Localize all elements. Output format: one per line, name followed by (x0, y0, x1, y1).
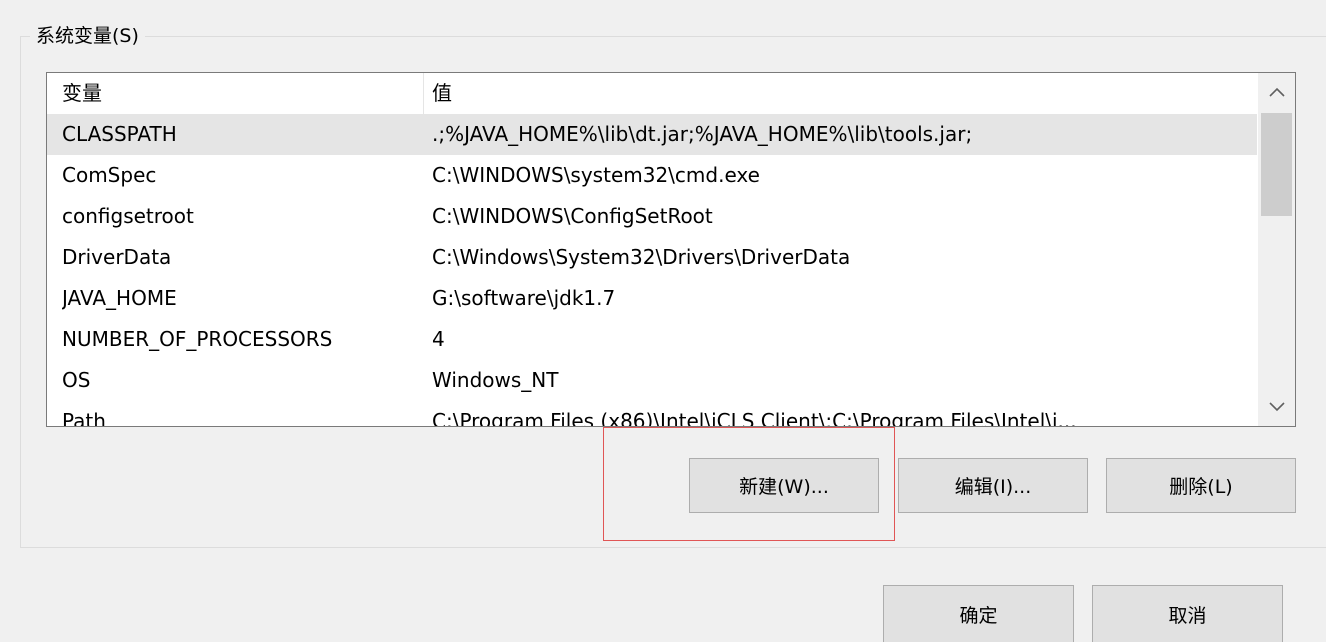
table-row[interactable]: OS Windows_NT (47, 360, 1257, 401)
variable-name-cell: JAVA_HOME (62, 286, 177, 310)
list-header[interactable]: 变量 值 (47, 73, 1257, 114)
variable-value-cell: C:\Windows\System32\Drivers\DriverData (432, 245, 851, 269)
variable-value-cell: .;%JAVA_HOME%\lib\dt.jar;%JAVA_HOME%\lib… (432, 122, 973, 146)
variable-value-cell: 4 (432, 327, 445, 351)
variable-value-cell: C:\WINDOWS\ConfigSetRoot (432, 204, 713, 228)
chevron-up-icon[interactable] (1258, 73, 1295, 111)
variable-value-cell: C:\WINDOWS\system32\cmd.exe (432, 163, 760, 187)
new-variable-button[interactable]: 新建(W)... (689, 458, 879, 513)
table-row[interactable]: JAVA_HOME G:\software\jdk1.7 (47, 278, 1257, 319)
variable-name-cell: OS (62, 368, 91, 392)
ok-button[interactable]: 确定 (883, 585, 1074, 642)
variable-name-cell: configsetroot (62, 204, 194, 228)
column-divider[interactable] (423, 73, 424, 114)
table-row[interactable]: ComSpec C:\WINDOWS\system32\cmd.exe (47, 155, 1257, 196)
table-row[interactable]: configsetroot C:\WINDOWS\ConfigSetRoot (47, 196, 1257, 237)
variable-name-cell: Path (62, 409, 106, 427)
variable-name-cell: ComSpec (62, 163, 157, 187)
column-header-variable[interactable]: 变量 (62, 73, 422, 114)
variable-value-cell: G:\software\jdk1.7 (432, 286, 616, 310)
chevron-down-icon[interactable] (1258, 388, 1295, 426)
table-row[interactable]: NUMBER_OF_PROCESSORS 4 (47, 319, 1257, 360)
variable-value-cell: C:\Program Files (x86)\Intel\iCLS Client… (432, 409, 1077, 427)
variable-value-cell: Windows_NT (432, 368, 559, 392)
system-variables-list[interactable]: 变量 值 CLASSPATH .;%JAVA_HOME%\lib\dt.jar;%… (46, 72, 1296, 427)
table-row[interactable]: CLASSPATH .;%JAVA_HOME%\lib\dt.jar;%JAVA_… (47, 114, 1257, 155)
column-header-value[interactable]: 值 (432, 73, 1252, 114)
variable-name-cell: CLASSPATH (62, 122, 177, 146)
scrollbar-thumb[interactable] (1261, 113, 1292, 216)
edit-variable-button[interactable]: 编辑(I)... (898, 458, 1088, 513)
table-row[interactable]: Path C:\Program Files (x86)\Intel\iCLS Cl… (47, 401, 1257, 427)
variable-name-cell: DriverData (62, 245, 172, 269)
table-row[interactable]: DriverData C:\Windows\System32\Drivers\Dr… (47, 237, 1257, 278)
system-variables-title: 系统变量(S) (30, 22, 145, 50)
delete-variable-button[interactable]: 删除(L) (1106, 458, 1296, 513)
cancel-button[interactable]: 取消 (1092, 585, 1283, 642)
vertical-scrollbar[interactable] (1258, 73, 1295, 426)
variable-name-cell: NUMBER_OF_PROCESSORS (62, 327, 333, 351)
